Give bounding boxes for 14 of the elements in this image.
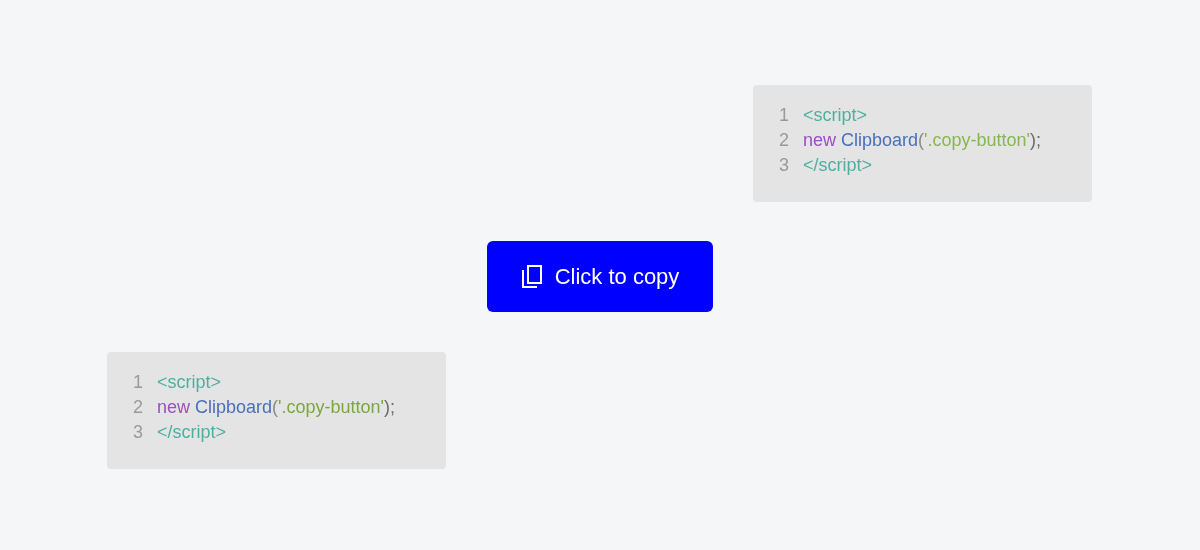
copy-button[interactable]: Click to copy — [487, 241, 713, 312]
line-number: 1 — [779, 104, 790, 127]
line-number: 2 — [133, 396, 144, 419]
line-number: 3 — [133, 421, 144, 444]
copy-icon — [520, 264, 543, 289]
code-line: </script> — [803, 154, 873, 177]
code-line: <script> — [803, 104, 868, 127]
line-number: 1 — [133, 371, 144, 394]
line-number: 2 — [779, 129, 790, 152]
code-line: new Clipboard('.copy-button'); — [157, 396, 396, 419]
code-line: <script> — [157, 371, 222, 394]
code-line: </script> — [157, 421, 227, 444]
code-line: new Clipboard('.copy-button'); — [803, 129, 1042, 152]
line-number: 3 — [779, 154, 790, 177]
